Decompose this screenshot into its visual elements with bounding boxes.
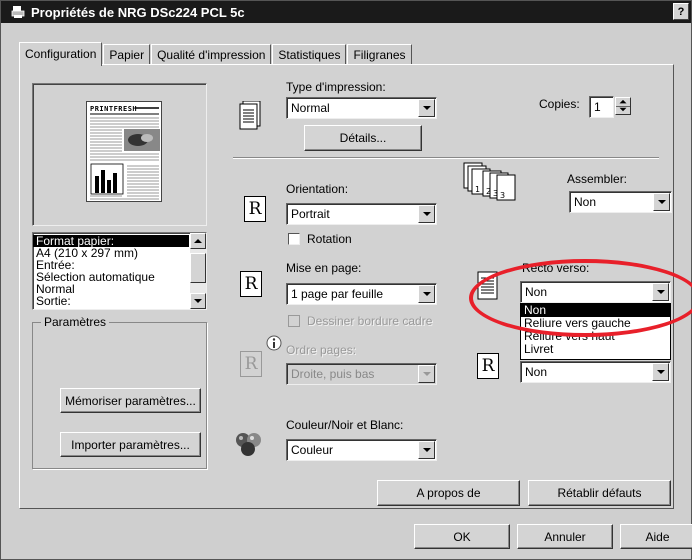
listbox-scrollbar[interactable] [190, 233, 206, 309]
preview-page-graphics [90, 107, 160, 200]
save-settings-button[interactable]: Mémoriser paramètres... [60, 388, 201, 413]
color-balls-icon [234, 431, 264, 457]
duplex-value: Non [525, 285, 548, 299]
dropdown-arrow-icon[interactable] [652, 363, 669, 381]
print-type-value: Normal [291, 101, 330, 115]
tab-filigranes[interactable]: Filigranes [347, 44, 412, 65]
ok-button[interactable]: OK [414, 524, 510, 549]
svg-text:3: 3 [493, 189, 498, 198]
help-button[interactable]: Aide [620, 524, 692, 549]
tab-papier[interactable]: Papier [103, 44, 151, 65]
tab-configuration[interactable]: Configuration [19, 42, 103, 66]
page-order-value: Droite, puis bas [291, 367, 375, 381]
list-item[interactable]: Sortie: [33, 295, 206, 307]
print-type-icon [239, 100, 261, 131]
color-select[interactable]: Couleur [286, 439, 437, 461]
duplex-label: Recto verso: [522, 261, 590, 275]
settings-summary-listbox[interactable]: Format papier: A4 (210 x 297 mm) Entrée:… [32, 232, 207, 310]
duplex-select[interactable]: Non [520, 281, 671, 303]
layout-select[interactable]: 1 page par feuille [286, 283, 437, 305]
dropdown-arrow-icon[interactable] [418, 285, 435, 303]
page-order-label: Ordre pages: [286, 343, 357, 357]
printer-properties-dialog: Propriétés de NRG DSc224 PCL 5c ? Config… [0, 0, 692, 560]
page-preview: PRINTFRESH [32, 83, 207, 226]
collate-icon: 1233 [463, 162, 523, 202]
cancel-button[interactable]: Annuler [517, 524, 613, 549]
layout-label: Mise en page: [286, 261, 362, 275]
dropdown-arrow-icon[interactable] [418, 99, 435, 117]
window-title: Propriétés de NRG DSc224 PCL 5c [31, 4, 245, 20]
copies-input[interactable]: 1 [589, 96, 614, 118]
dropdown-arrow-icon[interactable] [418, 441, 435, 459]
tab-qualite-impression[interactable]: Qualité d'impression [151, 44, 272, 65]
import-settings-button[interactable]: Importer paramètres... [60, 432, 201, 457]
title-bar: Propriétés de NRG DSc224 PCL 5c ? [1, 1, 691, 23]
rotation-label: Rotation [307, 232, 352, 246]
dropdown-arrow-icon[interactable] [653, 193, 670, 211]
scroll-down-button[interactable] [190, 293, 206, 309]
partially-hidden-select[interactable]: Non [520, 361, 671, 383]
partially-hidden-value: Non [525, 365, 548, 379]
printer-app-icon [11, 5, 25, 19]
page-order-icon: R [240, 351, 262, 377]
copies-spinner[interactable] [615, 97, 631, 115]
svg-text:2: 2 [486, 187, 491, 196]
configuration-panel: PRINTFRESH Format papier: A4 (210 x 297 … [19, 64, 674, 509]
details-button[interactable]: Détails... [304, 125, 422, 151]
orientation-select[interactable]: Portrait [286, 203, 437, 225]
color-value: Couleur [291, 443, 334, 457]
draw-border-label: Dessiner bordure cadre [307, 314, 433, 328]
help-title-button[interactable]: ? [673, 3, 689, 20]
arrow-down-icon [194, 299, 202, 303]
print-type-select[interactable]: Normal [286, 97, 437, 119]
svg-text:1: 1 [475, 185, 480, 194]
draw-border-checkbox[interactable] [288, 315, 300, 327]
preview-page: PRINTFRESH [86, 101, 162, 202]
layout-icon: R [240, 271, 262, 297]
dropdown-arrow-icon[interactable] [418, 365, 435, 383]
dropdown-arrow-icon[interactable] [418, 205, 435, 223]
collate-value: Non [574, 195, 597, 209]
restore-defaults-button[interactable]: Rétablir défauts [528, 480, 671, 506]
orientation-value: Portrait [291, 207, 330, 221]
duplex-dropdown-list[interactable]: Non Reliure vers gauche Reliure vers hau… [520, 303, 671, 360]
tab-strip: Configuration Papier Qualité d'impressio… [19, 41, 413, 66]
collate-label: Assembler: [567, 172, 628, 186]
layout-value: 1 page par feuille [291, 287, 384, 301]
parameters-group-title: Paramètres [41, 315, 110, 329]
arrow-up-icon [194, 239, 202, 243]
duplex-icon [477, 271, 499, 301]
about-button[interactable]: A propos de [377, 480, 520, 506]
print-type-label: Type d'impression: [286, 80, 386, 94]
dropdown-arrow-icon[interactable] [652, 283, 669, 301]
color-label: Couleur/Noir et Blanc: [286, 418, 404, 432]
scroll-up-button[interactable] [190, 233, 206, 249]
copies-label: Copies: [539, 97, 580, 111]
scroll-thumb[interactable] [190, 253, 206, 283]
second-orientation-icon: R [477, 353, 499, 379]
collate-select[interactable]: Non [569, 191, 672, 213]
section-divider [233, 157, 659, 159]
info-icon [266, 335, 282, 351]
orientation-icon: R [244, 196, 266, 222]
tab-statistiques[interactable]: Statistiques [272, 44, 347, 65]
copies-value: 1 [594, 100, 601, 114]
svg-text:3: 3 [500, 191, 505, 200]
orientation-label: Orientation: [286, 182, 349, 196]
rotation-checkbox[interactable] [288, 233, 300, 245]
page-order-select[interactable]: Droite, puis bas [286, 363, 437, 385]
duplex-option-livret[interactable]: Livret [521, 343, 670, 356]
